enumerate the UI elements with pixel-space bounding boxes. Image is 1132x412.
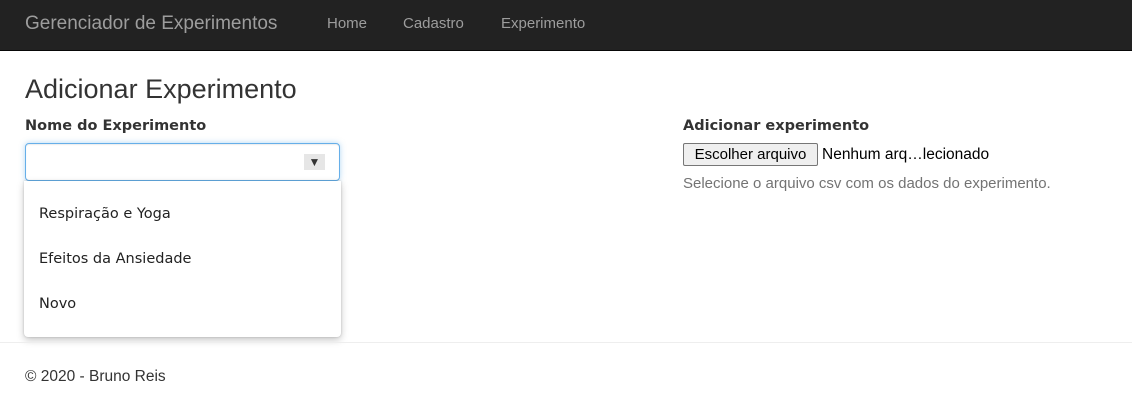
file-status-text: Nenhum arq…lecionado xyxy=(822,146,990,163)
navbar: Gerenciador de Experimentos Home Cadastr… xyxy=(0,0,1132,51)
nav-link-home[interactable]: Home xyxy=(327,14,367,34)
nav-link-cadastro[interactable]: Cadastro xyxy=(403,14,464,34)
dropdown-option-novo[interactable]: Novo xyxy=(39,295,76,313)
choose-file-button[interactable]: Escolher arquivo xyxy=(683,143,818,166)
footer-divider xyxy=(0,342,1132,343)
experiment-dropdown-list: Respiração e Yoga Efeitos da Ansiedade N… xyxy=(24,181,341,337)
chevron-down-icon[interactable]: ▼ xyxy=(304,154,325,170)
dropdown-option-efeitos-ansiedade[interactable]: Efeitos da Ansiedade xyxy=(39,250,191,268)
experiment-name-select[interactable]: ▼ xyxy=(25,143,340,181)
dropdown-option-respiracao-yoga[interactable]: Respiração e Yoga xyxy=(39,205,171,223)
file-help-text: Selecione o arquivo csv com os dados do … xyxy=(683,175,1051,192)
add-experiment-label: Adicionar experimento xyxy=(683,118,870,134)
brand-link[interactable]: Gerenciador de Experimentos xyxy=(25,12,277,36)
page-title: Adicionar Experimento xyxy=(25,74,297,104)
footer-copyright: © 2020 - Bruno Reis xyxy=(25,368,166,385)
experiment-name-label: Nome do Experimento xyxy=(25,118,207,134)
nav-link-experimento[interactable]: Experimento xyxy=(501,14,585,34)
